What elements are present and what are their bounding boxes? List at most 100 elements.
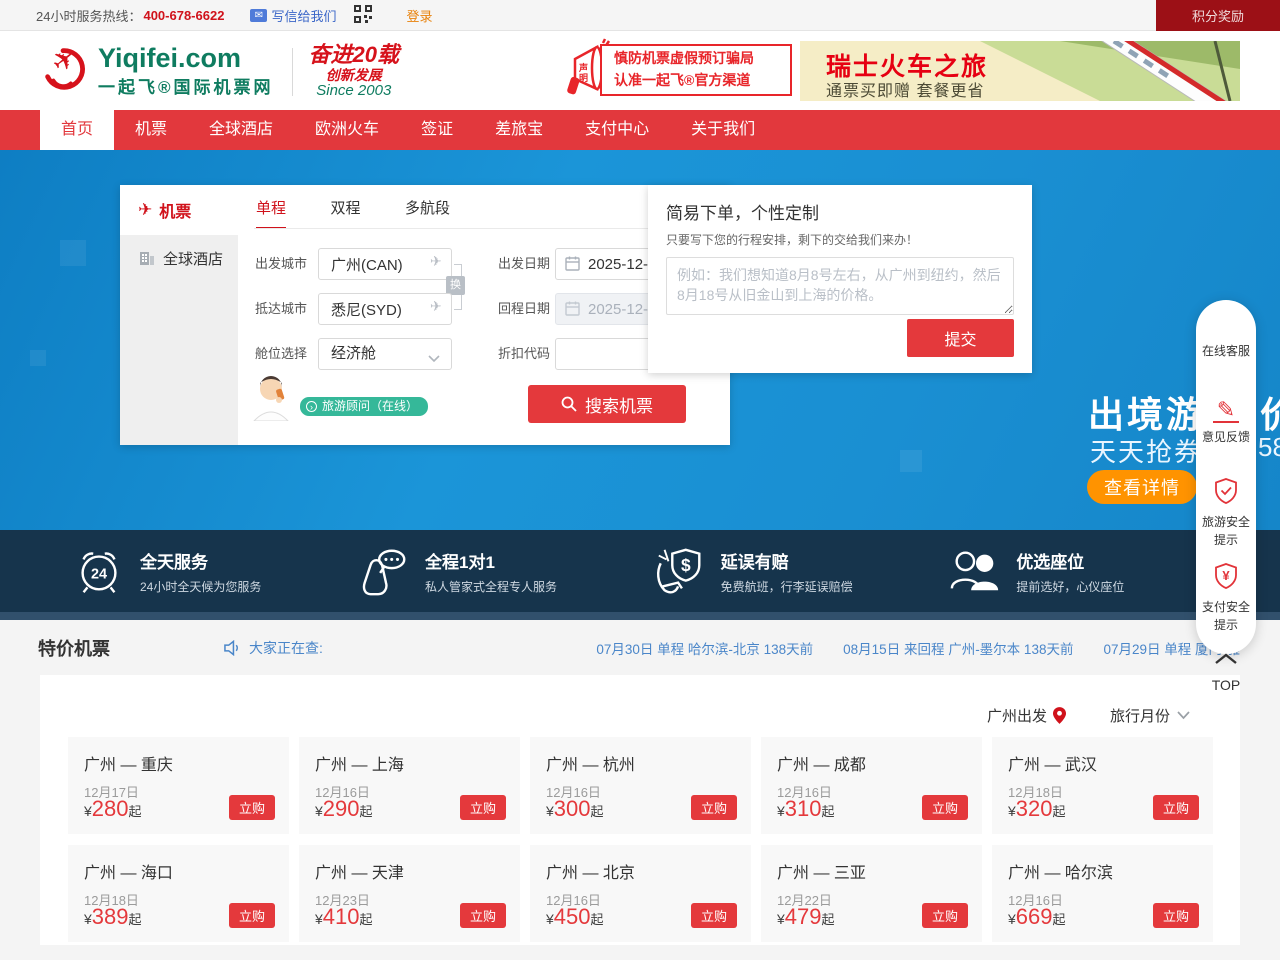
nav-item-about[interactable]: 关于我们 bbox=[670, 110, 776, 150]
consultant-avatar bbox=[248, 373, 294, 426]
buy-now-button[interactable]: 立购 bbox=[229, 903, 275, 928]
section-title-special-fares: 特价机票 bbox=[38, 635, 110, 661]
write-us-link[interactable]: ✉ 写信给我们 bbox=[250, 6, 336, 25]
deal-price: ¥450起 bbox=[546, 904, 604, 930]
site-header: ✈ Yiqifei.com 一起飞®国际机票网 奋进20载 创新发展 Since… bbox=[0, 31, 1280, 110]
deal-card[interactable]: 广州 — 重庆 12月17日 ¥280起 立购 bbox=[68, 737, 289, 834]
swiss-train-promo-banner[interactable]: 瑞士火车之旅 通票买即赠 套餐更省 bbox=[800, 41, 1240, 101]
deal-card[interactable]: 广州 — 三亚 12月22日 ¥479起 立购 bbox=[761, 845, 982, 942]
buy-now-button[interactable]: 立购 bbox=[460, 903, 506, 928]
buy-now-button[interactable]: 立购 bbox=[1153, 903, 1199, 928]
features-bottom-strip bbox=[0, 612, 1280, 620]
consultant-block: ›旅游顾问（在线） bbox=[248, 373, 428, 426]
hotline-number: 400-678-6622 bbox=[143, 8, 224, 23]
nav-item-home[interactable]: 首页 bbox=[40, 110, 114, 150]
anti-fraud-notice-banner[interactable]: 慎防机票虚假预订骗局 认准一起飞®官方渠道 bbox=[600, 44, 792, 96]
svg-text:明: 明 bbox=[579, 73, 588, 83]
return-date-label: 回程日期 bbox=[498, 293, 550, 325]
buy-now-button[interactable]: 立购 bbox=[691, 795, 737, 820]
arrive-city-label: 抵达城市 bbox=[255, 293, 307, 325]
login-link[interactable]: 登录 bbox=[406, 6, 432, 25]
trending-label-text: 大家正在查: bbox=[249, 638, 323, 658]
deal-price: ¥410起 bbox=[315, 904, 373, 930]
deal-card[interactable]: 广州 — 天津 12月23日 ¥410起 立购 bbox=[299, 845, 520, 942]
hotel-icon bbox=[138, 249, 156, 267]
feature-24h-service: 24 全天服务 24小时全天候为您服务 bbox=[72, 544, 261, 598]
deal-route: 广州 — 杭州 bbox=[546, 751, 735, 775]
trending-item[interactable]: 07月30日 单程 哈尔滨-北京 138天前 bbox=[596, 638, 813, 658]
slogan-line2: 创新发展 bbox=[309, 68, 399, 83]
nav-item-eu-trains[interactable]: 欧洲火车 bbox=[294, 110, 400, 150]
trending-item[interactable]: 08月15日 来回程 广州-墨尔本 138天前 bbox=[843, 638, 1073, 658]
search-vertical-tabs: ✈ 机票 全球酒店 bbox=[120, 185, 238, 445]
feature-desc: 提前选好，心仪座位 bbox=[1016, 578, 1124, 595]
back-to-top-button[interactable]: TOP bbox=[1212, 650, 1241, 696]
online-service-link[interactable]: 在线客服 bbox=[1202, 342, 1250, 360]
plane-icon: ✈ bbox=[430, 253, 442, 270]
deal-cards-row-2: 广州 — 海口 12月18日 ¥389起 立购 广州 — 天津 12月23日 ¥… bbox=[68, 845, 1213, 942]
trip-tab-multicity[interactable]: 多航段 bbox=[405, 197, 450, 227]
travel-safety-link[interactable]: 旅游安全提示 bbox=[1200, 478, 1252, 549]
svg-text:¥: ¥ bbox=[1222, 568, 1230, 583]
search-button-label: 搜索机票 bbox=[585, 392, 653, 417]
buy-now-button[interactable]: 立购 bbox=[691, 903, 737, 928]
travel-safety-label: 旅游安全提示 bbox=[1200, 513, 1252, 549]
trip-tab-roundtrip[interactable]: 双程 bbox=[330, 197, 360, 227]
tab-flights[interactable]: ✈ 机票 bbox=[120, 185, 238, 235]
custom-order-textarea[interactable] bbox=[666, 257, 1014, 315]
dollar-shield-hand-icon: $ bbox=[653, 544, 707, 598]
deal-route: 广州 — 上海 bbox=[315, 751, 504, 775]
deal-card[interactable]: 广州 — 哈尔滨 12月16日 ¥669起 立购 bbox=[992, 845, 1213, 942]
deal-card[interactable]: 广州 — 北京 12月16日 ¥450起 立购 bbox=[530, 845, 751, 942]
deal-route: 广州 — 成都 bbox=[777, 751, 966, 775]
svg-text:声: 声 bbox=[578, 62, 588, 73]
deal-price: ¥280起 bbox=[84, 796, 142, 822]
deal-card[interactable]: 广州 — 成都 12月16日 ¥310起 立购 bbox=[761, 737, 982, 834]
payment-safety-link[interactable]: ¥ 支付安全提示 bbox=[1200, 563, 1252, 634]
origin-filter-label: 广州出发 bbox=[987, 705, 1047, 726]
site-logo[interactable]: ✈ Yiqifei.com 一起飞®国际机票网 奋进20载 创新发展 Since… bbox=[38, 41, 399, 102]
view-details-button[interactable]: 查看详情 bbox=[1087, 470, 1197, 504]
two-people-icon bbox=[948, 544, 1002, 598]
special-fares-panel: 广州出发 旅行月份 广州 — 重庆 12月17日 ¥280起 立购 广州 — 上… bbox=[40, 675, 1240, 945]
train-banner-subtitle: 通票买即赠 套餐更省 bbox=[826, 77, 984, 101]
nav-item-visa[interactable]: 签证 bbox=[400, 110, 474, 150]
hero-section: ✈ 机票 全球酒店 单程 双程 多航段 出发城市 ✈ 出发日期 bbox=[0, 150, 1280, 530]
deal-card[interactable]: 广州 — 杭州 12月16日 ¥300起 立购 bbox=[530, 737, 751, 834]
feedback-link[interactable]: ✎ 意见反馈 bbox=[1202, 400, 1250, 446]
submit-button[interactable]: 提交 bbox=[907, 319, 1014, 357]
buy-now-button[interactable]: 立购 bbox=[1153, 795, 1199, 820]
logo-plane-icon: ✈ bbox=[38, 41, 92, 102]
travel-consultant-button[interactable]: ›旅游顾问（在线） bbox=[300, 397, 428, 416]
rewards-button[interactable]: 积分奖励 bbox=[1156, 0, 1280, 31]
qr-code-icon[interactable] bbox=[354, 5, 372, 26]
travel-month-filter[interactable]: 旅行月份 bbox=[1110, 705, 1190, 726]
plane-icon: ✈ bbox=[138, 200, 152, 220]
buy-now-button[interactable]: 立购 bbox=[229, 795, 275, 820]
trip-tab-oneway[interactable]: 单程 bbox=[256, 197, 286, 229]
nav-item-flights[interactable]: 机票 bbox=[114, 110, 188, 150]
buy-now-button[interactable]: 立购 bbox=[922, 903, 968, 928]
buy-now-button[interactable]: 立购 bbox=[922, 795, 968, 820]
feature-seat-selection: 优选座位 提前选好，心仪座位 bbox=[948, 544, 1124, 598]
origin-filter[interactable]: 广州出发 bbox=[987, 705, 1066, 726]
tab-hotels-label: 全球酒店 bbox=[163, 248, 223, 269]
search-flights-button[interactable]: 搜索机票 bbox=[528, 385, 686, 423]
promo-code-label: 折扣代码 bbox=[498, 338, 550, 370]
feature-one-on-one: 全程1对1 私人管家式全程专人服务 bbox=[357, 544, 557, 598]
deal-card[interactable]: 广州 — 武汉 12月18日 ¥320起 立购 bbox=[992, 737, 1213, 834]
deal-route: 广州 — 海口 bbox=[84, 859, 273, 883]
buy-now-button[interactable]: 立购 bbox=[460, 795, 506, 820]
top-label: TOP bbox=[1212, 677, 1241, 693]
deal-card[interactable]: 广州 — 上海 12月16日 ¥290起 立购 bbox=[299, 737, 520, 834]
custom-order-subtitle: 只要写下您的行程安排，剩下的交给我们来办！ bbox=[666, 231, 1014, 248]
nav-item-biz-travel[interactable]: 差旅宝 bbox=[474, 110, 564, 150]
plane-icon: ✈ bbox=[430, 298, 442, 315]
nav-item-hotels[interactable]: 全球酒店 bbox=[188, 110, 294, 150]
svg-text:24: 24 bbox=[91, 567, 107, 583]
deal-card[interactable]: 广州 — 海口 12月18日 ¥389起 立购 bbox=[68, 845, 289, 942]
chevron-right-icon: › bbox=[306, 401, 317, 412]
tab-hotels[interactable]: 全球酒店 bbox=[120, 235, 238, 281]
nav-item-payment[interactable]: 支付中心 bbox=[564, 110, 670, 150]
feature-desc: 免费航班，行李延误赔偿 bbox=[721, 578, 853, 595]
